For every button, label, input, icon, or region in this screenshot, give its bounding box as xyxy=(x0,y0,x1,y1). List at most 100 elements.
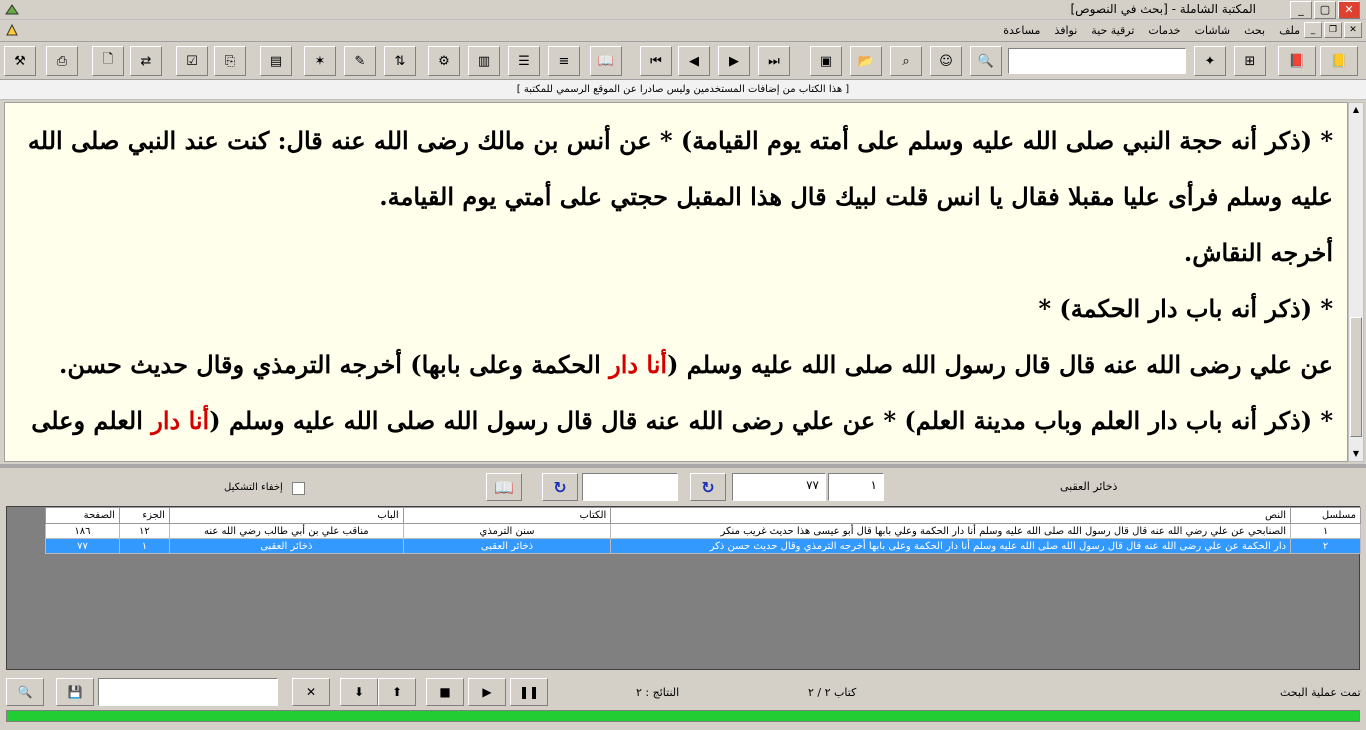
close-button[interactable]: ✕ xyxy=(1338,1,1360,19)
column-header[interactable]: الباب xyxy=(168,507,404,524)
books-count: كتاب ٢ / ٢ xyxy=(808,686,857,699)
scroll-thumb[interactable] xyxy=(1350,317,1362,437)
reading-pane[interactable]: * (ذكر أنه حجة النبي صلى الله عليه وسلم … xyxy=(4,102,1348,462)
menu-services[interactable]: خدمات xyxy=(1148,24,1180,37)
printer-icon[interactable]: ⎙ xyxy=(46,46,78,76)
scroll-up-icon[interactable]: ▲ xyxy=(1350,103,1362,117)
pane-splitter[interactable] xyxy=(0,464,1366,468)
menu-live-update[interactable]: ترقية حية xyxy=(1091,24,1134,37)
copy-icon[interactable]: ⎘ xyxy=(214,46,246,76)
magnifier-page-icon[interactable]: 🔍 xyxy=(970,46,1002,76)
paragraph: عن علي رضى الله عنه قال قال رسول الله صل… xyxy=(59,350,1333,379)
cell-page: ١٨٦ xyxy=(45,523,120,539)
menu-search[interactable]: بحث xyxy=(1244,24,1265,37)
checklist-icon[interactable]: ☑ xyxy=(176,46,208,76)
tools-icon[interactable]: ⚒ xyxy=(4,46,36,76)
title-bar: المكتبة الشاملة - [بحث في النصوص] _ ▢ ✕ xyxy=(0,0,1366,20)
window-title: المكتبة الشاملة - [بحث في النصوص] xyxy=(1070,2,1256,16)
properties-icon[interactable]: ⚙ xyxy=(428,46,460,76)
menu-bar: ملف بحث شاشات خدمات ترقية حية نوافذ مساع… xyxy=(0,20,1366,42)
binoculars-icon[interactable]: ⌕ xyxy=(890,46,922,76)
cell-chapter: مناقب علي بن أبي طالب رضي الله عنه xyxy=(168,523,404,539)
column-header[interactable]: الصفحة xyxy=(45,507,120,524)
cell-text: الصنابحي عن علي رضي الله عنه قال قال رسو… xyxy=(610,523,1292,539)
cell-chapter: ذخائر العقبى xyxy=(168,538,404,554)
cell-part: ١ xyxy=(118,538,170,554)
person-icon[interactable]: ☺ xyxy=(930,46,962,76)
search-highlight: أنا دار xyxy=(151,406,210,435)
results-grid: مسلسل النص الكتاب الباب الجزء الصفحة ١ ا… xyxy=(6,506,1361,670)
minimize-button[interactable]: _ xyxy=(1290,1,1312,19)
reader-scrollbar[interactable]: ▲ ▼ xyxy=(1348,102,1364,462)
new-page-icon[interactable]: 🗋 xyxy=(92,46,124,76)
open-book-icon[interactable]: 📖 xyxy=(590,46,622,76)
justify-icon[interactable]: ☰ xyxy=(508,46,540,76)
hide-diacritics-label: إخفاء التشكيل xyxy=(224,482,283,493)
new-item-icon[interactable]: ✦ xyxy=(1194,46,1226,76)
cell-book: سنن الترمذي xyxy=(402,523,612,539)
library-book-icon[interactable]: 📒 xyxy=(1320,46,1358,76)
refresh-icon: ↻ xyxy=(553,477,567,497)
sync-icon[interactable]: ⇄ xyxy=(130,46,162,76)
table-row[interactable]: ١ الصنابحي عن علي رضي الله عنه قال قال ر… xyxy=(45,523,1361,539)
go-page-button[interactable]: ↻ xyxy=(690,473,726,501)
table-row[interactable]: ٢ دار الحكمة عن علي رضى الله عنه قال قال… xyxy=(45,538,1361,554)
mdi-restore-button[interactable]: ❐ xyxy=(1324,22,1342,38)
pause-icon: ❚❚ xyxy=(518,685,540,699)
pause-button[interactable]: ❚❚ xyxy=(510,678,548,706)
move-down-button[interactable]: ⬇ xyxy=(340,678,378,706)
sort-icon[interactable]: ⇅ xyxy=(384,46,416,76)
go-part-button[interactable]: ↻ xyxy=(542,473,578,501)
mdi-minimize-button[interactable]: _ xyxy=(1304,22,1322,38)
document-icon xyxy=(6,23,18,36)
list-icon[interactable]: ≡ xyxy=(548,46,580,76)
menu-screens[interactable]: شاشات xyxy=(1195,24,1231,37)
progress-fill xyxy=(7,711,1359,721)
document-icon[interactable]: ▤ xyxy=(260,46,292,76)
hide-diacritics-checkbox[interactable] xyxy=(292,482,305,495)
filter-input[interactable] xyxy=(98,678,278,706)
results-count: النتائج : ٢ xyxy=(636,686,680,699)
stop-button[interactable]: ■ xyxy=(426,678,464,706)
column-header[interactable]: الكتاب xyxy=(402,507,612,524)
menu-windows[interactable]: نوافذ xyxy=(1054,24,1077,37)
maximize-button[interactable]: ▢ xyxy=(1314,1,1336,19)
book-icon[interactable]: 📕 xyxy=(1278,46,1316,76)
page-number-field[interactable]: ٧٧ xyxy=(732,473,826,501)
clear-button[interactable]: ✕ xyxy=(292,678,330,706)
window-cascade-icon[interactable]: ▣ xyxy=(810,46,842,76)
quick-search-input[interactable] xyxy=(1008,48,1186,74)
arrow-up-icon: ⬆ xyxy=(391,685,403,699)
part-field[interactable] xyxy=(582,473,678,501)
menu-file[interactable]: ملف xyxy=(1279,24,1300,37)
arrow-down-icon: ⬇ xyxy=(353,685,365,699)
search-controls: ذخائر العقبى ١ ٧٧ ↻ ↻ 📖 إخفاء التشكيل xyxy=(0,470,1366,504)
move-up-button[interactable]: ⬆ xyxy=(378,678,416,706)
toolbar: ⚒ ⎙ 🗋 ⇄ ☑ ⎘ ▤ ✶ ✎ ⇅ ⚙ ▥ ☰ ≡ 📖 ⏮ ◀ ▶ ⏭ ▣ … xyxy=(0,42,1366,80)
paragraph: أخرجه النقاش. xyxy=(1183,238,1333,267)
column-header[interactable]: النص xyxy=(610,507,1292,524)
menu-help[interactable]: مساعدة xyxy=(1003,24,1040,37)
close-icon: ✕ xyxy=(305,685,317,699)
page-from-field[interactable]: ١ xyxy=(828,473,884,501)
play-button[interactable]: ▶ xyxy=(468,678,506,706)
last-page-icon[interactable]: ⏭ xyxy=(758,46,790,76)
save-button[interactable]: 💾 xyxy=(56,678,94,706)
first-page-icon[interactable]: ⏮ xyxy=(640,46,672,76)
align-icon[interactable]: ▥ xyxy=(468,46,500,76)
prev-page-icon[interactable]: ◀ xyxy=(678,46,710,76)
search-status: تمت عملية البحث xyxy=(1280,686,1361,699)
open-book-button[interactable]: 📖 xyxy=(486,473,522,501)
pencil-icon[interactable]: ✎ xyxy=(344,46,376,76)
scroll-down-icon[interactable]: ▼ xyxy=(1350,447,1362,461)
next-page-icon[interactable]: ▶ xyxy=(718,46,750,76)
column-header[interactable]: مسلسل xyxy=(1290,507,1361,524)
search-page-button[interactable]: 🔍 xyxy=(6,678,44,706)
tree-icon[interactable]: ⊞ xyxy=(1234,46,1266,76)
folder-star-icon[interactable]: ✶ xyxy=(304,46,336,76)
stop-icon: ■ xyxy=(439,685,451,699)
column-header[interactable]: الجزء xyxy=(118,507,170,524)
search-progress-bar xyxy=(6,710,1360,722)
open-folder-icon[interactable]: 📂 xyxy=(850,46,882,76)
mdi-close-button[interactable]: ✕ xyxy=(1344,22,1362,38)
